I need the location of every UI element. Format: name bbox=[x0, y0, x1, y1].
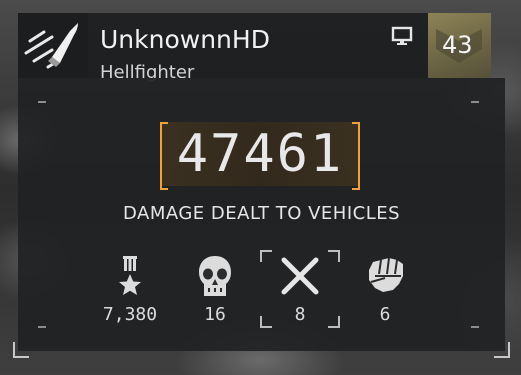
highlight-score-box: 47461 bbox=[160, 122, 360, 190]
stat-value: 8 bbox=[294, 304, 306, 325]
selection-corner bbox=[328, 250, 340, 262]
stat-skull[interactable]: 16 bbox=[175, 254, 255, 334]
stat-value: 6 bbox=[379, 304, 391, 325]
stat-value: 7,380 bbox=[102, 304, 158, 325]
stat-fist[interactable]: 6 bbox=[345, 254, 425, 334]
panel-tick bbox=[38, 326, 46, 328]
selection-corner bbox=[260, 250, 272, 262]
skull-icon bbox=[199, 256, 231, 296]
frame-corner bbox=[13, 342, 29, 358]
bullet-emblem-icon bbox=[24, 23, 78, 69]
panel-tick bbox=[38, 101, 46, 103]
highlight-stat-label: DAMAGE DEALT TO VEHICLES bbox=[122, 203, 401, 224]
stat-medal[interactable]: 7,380 bbox=[90, 254, 170, 334]
panel-tick bbox=[471, 101, 479, 103]
stat-cross[interactable]: 8 bbox=[260, 250, 340, 334]
frame-corner bbox=[494, 342, 510, 358]
medal-icon bbox=[119, 256, 141, 295]
fist-icon bbox=[369, 257, 403, 292]
rank-badge: 43 bbox=[428, 13, 491, 78]
player-card-header: UnknownnHD Hellfighter 43 bbox=[18, 13, 491, 82]
highlight-score-value: 47461 bbox=[176, 124, 344, 184]
cross-icon bbox=[281, 257, 319, 295]
rank-number: 43 bbox=[442, 31, 473, 59]
player-emblem bbox=[18, 13, 88, 78]
monitor-icon bbox=[391, 26, 413, 45]
player-name: UnknownnHD bbox=[100, 25, 270, 54]
stat-value: 16 bbox=[204, 304, 226, 325]
panel-tick bbox=[471, 326, 479, 328]
